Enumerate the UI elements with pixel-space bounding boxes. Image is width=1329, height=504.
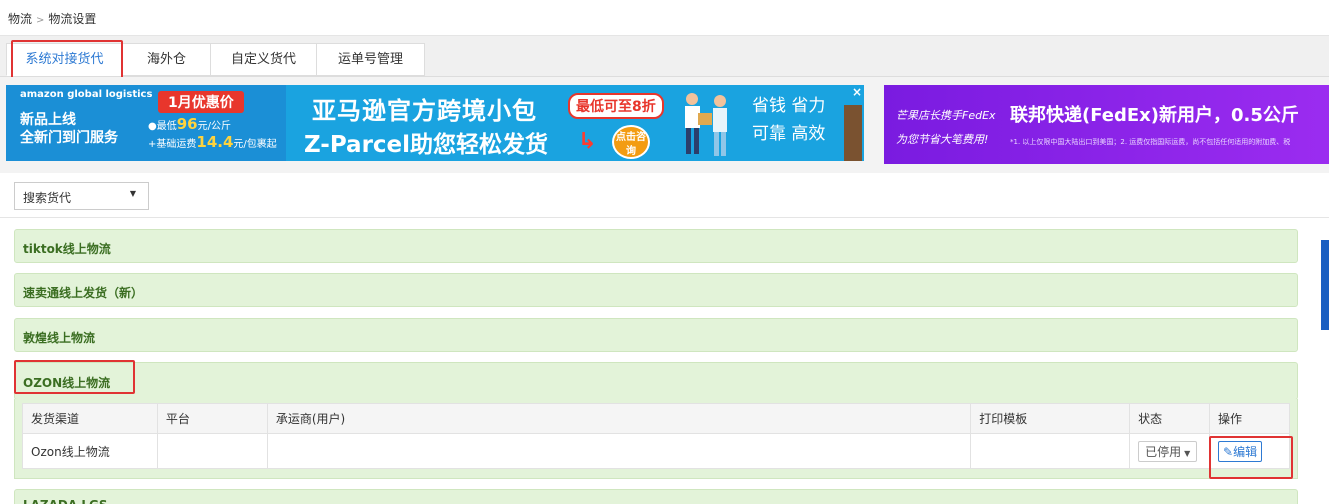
breadcrumb-separator: >: [36, 15, 45, 26]
amazon-logo: amazon global logistics: [20, 89, 153, 100]
column-header-channel: 发货渠道: [22, 403, 158, 434]
banner1-line2: 全新门到门服务: [20, 130, 118, 146]
table-header-row: 发货渠道 平台 承运商(用户) 打印模板 状态 操作: [22, 403, 1290, 434]
cell-template: [970, 433, 1131, 469]
banner1-line1: 新品上线: [20, 112, 76, 128]
fedex-banner[interactable]: 芒果店长携手FedEx 联邦快递(FedEx)新用户，0.5公斤 为您节省大笔费…: [884, 85, 1329, 164]
group-aliexpress-logistics[interactable]: 速卖通线上发货（新）: [14, 273, 1298, 307]
cell-carrier: [266, 433, 972, 469]
price-line-1-value: 96: [176, 115, 198, 133]
price-line-1: ●最低96元/公斤: [148, 115, 231, 133]
banner2-note: *1. 以上仅限中国大陆出口到美国；2. 运费仅指国际运费，尚不包括任何适用的附…: [1010, 138, 1291, 146]
cell-channel: Ozon线上物流: [22, 433, 158, 469]
breadcrumb: 物流 > 物流设置: [0, 0, 1329, 36]
column-header-platform: 平台: [156, 403, 268, 434]
price-line-2-suffix: 元/包裹起: [233, 139, 277, 150]
group-ozon-logistics[interactable]: OZON线上物流: [14, 362, 1298, 400]
chevron-down-icon: ▼: [1184, 448, 1191, 458]
column-header-status: 状态: [1129, 403, 1211, 434]
status-dropdown[interactable]: 已停用 ▼: [1138, 440, 1198, 462]
price-line-2: +基础运费14.4元/包裹起: [148, 133, 277, 151]
channel-table: 发货渠道 平台 承运商(用户) 打印模板 状态 操作 Ozon线上物流 已停用 ▼…: [22, 403, 1290, 469]
highlight-box-edit: [1209, 436, 1293, 479]
column-header-template: 打印模板: [970, 403, 1131, 434]
tab-overseas-warehouse[interactable]: 海外仓: [123, 43, 211, 76]
banner1-slogan2: 可靠 高效: [752, 124, 826, 144]
status-label: 已停用: [1145, 444, 1182, 459]
group-dhgate-logistics[interactable]: 敦煌线上物流: [14, 318, 1298, 352]
banner1-slogan1: 省钱 省力: [752, 96, 826, 116]
content-divider: [0, 217, 1329, 218]
price-line-1-suffix: 元/公斤: [197, 121, 231, 132]
side-float-panel[interactable]: [1321, 240, 1329, 330]
tab-tracking-number[interactable]: 运单号管理: [317, 43, 425, 76]
banner2-small: 芒果店长携手FedEx: [896, 109, 996, 122]
cell-status: 已停用 ▼: [1129, 433, 1211, 469]
group-tiktok-logistics[interactable]: tiktok线上物流: [14, 229, 1298, 263]
breadcrumb-current: 物流设置: [48, 12, 97, 26]
house-icon: [844, 105, 862, 161]
close-icon[interactable]: ×: [852, 85, 862, 99]
banner2-sub: 为您节省大笔费用!: [896, 133, 989, 146]
group-lazada-lgs[interactable]: LAZADA LGS: [14, 489, 1298, 504]
banner1-subheadline: Z-Parcel助您轻松发货: [304, 132, 549, 158]
price-line-2-prefix: +基础运费: [148, 139, 197, 150]
column-header-carrier: 承运商(用户): [266, 403, 972, 434]
chevron-down-icon: ▼: [129, 189, 136, 198]
amazon-banner[interactable]: amazon global logistics 新品上线 全新门到门服务 1月优…: [6, 85, 864, 161]
banner2-headline: 联邦快递(FedEx)新用户，0.5公斤: [1010, 105, 1299, 126]
column-header-action: 操作: [1209, 403, 1290, 434]
table-row: Ozon线上物流 已停用 ▼ ✎编辑: [22, 433, 1290, 469]
banner1-headline: 亚马逊官方跨境小包: [312, 97, 537, 125]
price-line-2-value: 14.4: [196, 133, 234, 151]
price-line-1-prefix: ●最低: [148, 121, 177, 132]
delivery-people-icon: [685, 93, 727, 156]
breadcrumb-root[interactable]: 物流: [8, 12, 32, 26]
search-select-label: 搜索货代: [23, 191, 72, 205]
tab-custom-forwarder[interactable]: 自定义货代: [211, 43, 317, 76]
highlight-box-ozon: [14, 360, 135, 394]
cell-platform: [156, 433, 268, 469]
discount-badge: 最低可至8折: [568, 93, 664, 119]
highlight-box-tab: [11, 40, 123, 79]
promo-tag: 1月优惠价: [158, 91, 244, 113]
arrow-icon: ↳: [578, 129, 597, 154]
consult-button[interactable]: 点击咨询: [612, 125, 650, 159]
forwarder-search-select[interactable]: 搜索货代 ▼: [14, 182, 149, 210]
